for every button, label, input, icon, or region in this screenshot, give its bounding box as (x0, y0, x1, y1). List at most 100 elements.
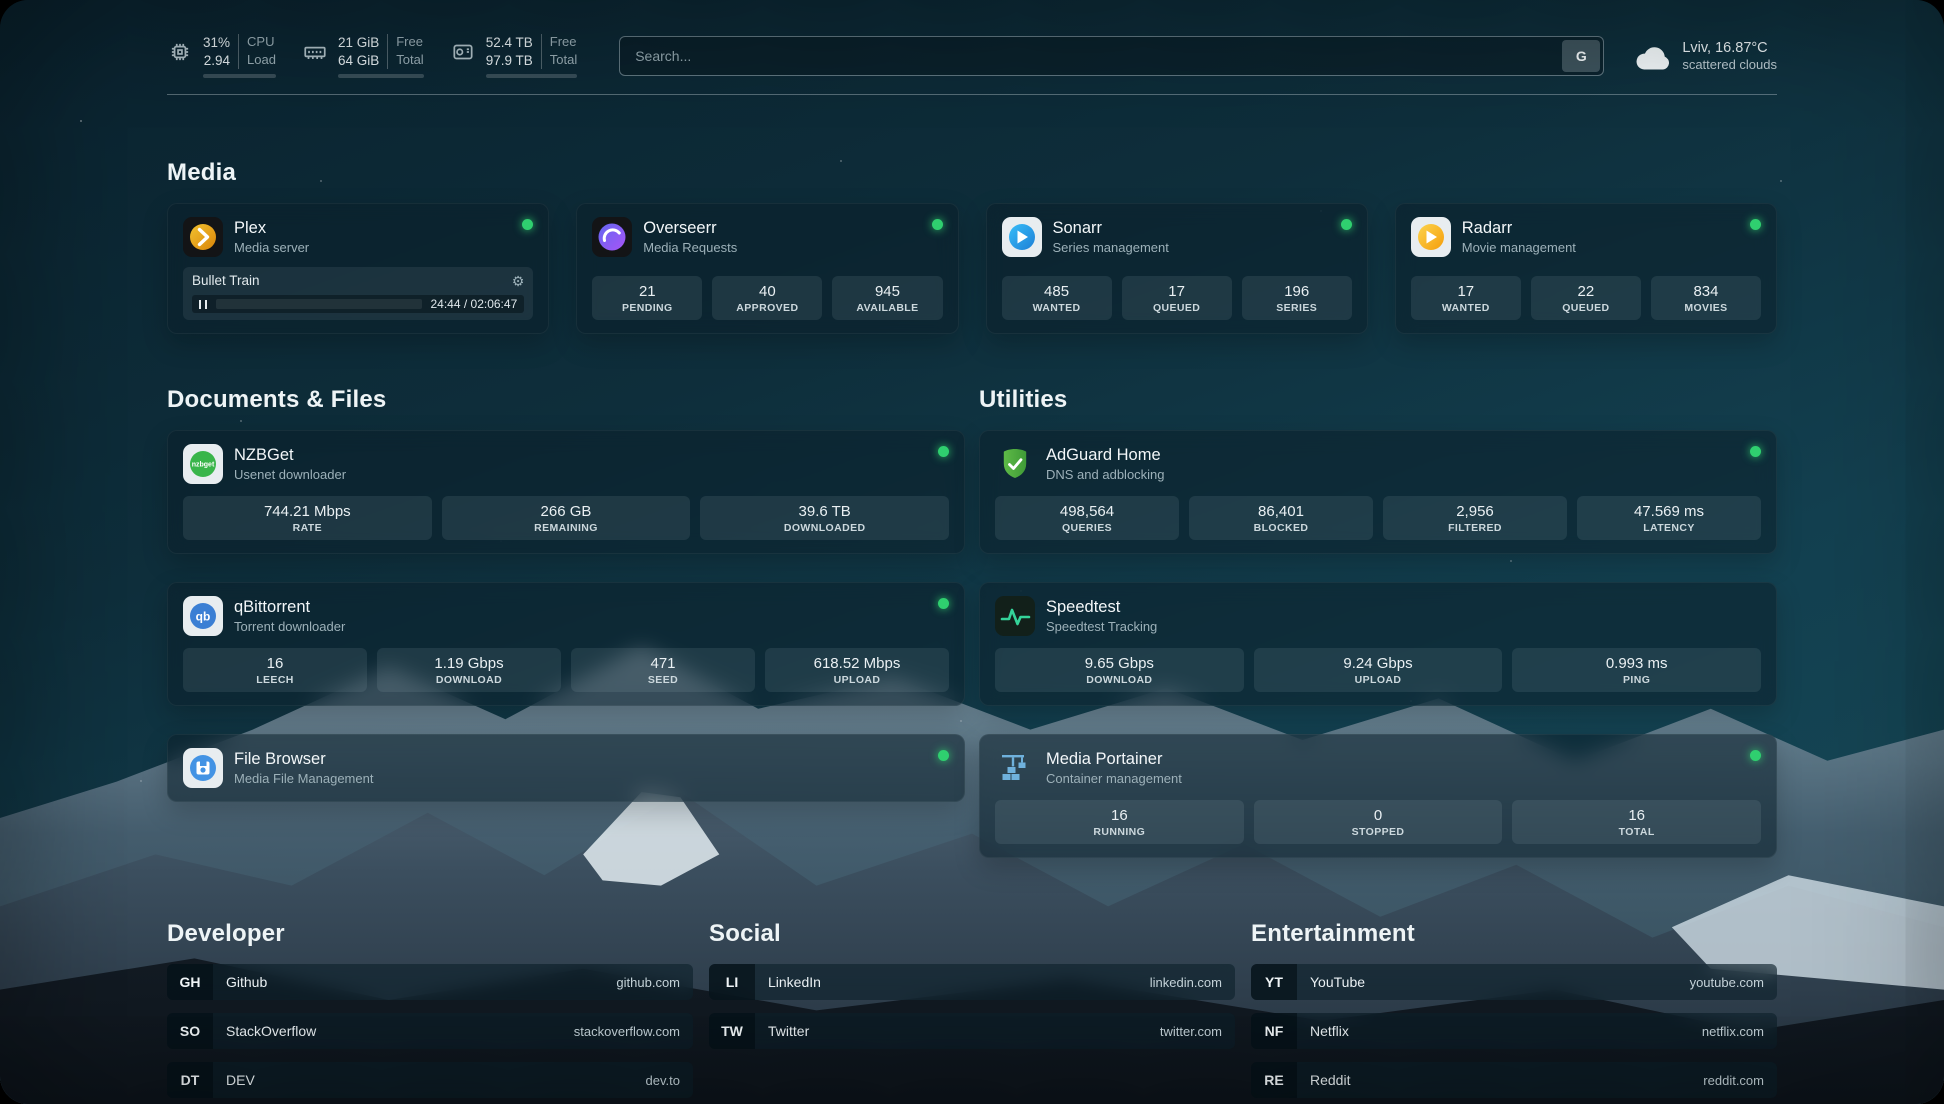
service-name: Media Portainer (1046, 750, 1182, 769)
now-playing-widget: Bullet Train ⚙ 24:44 / 02:06:47 (183, 267, 533, 320)
cpu-meter: 31% CPU 2.94 Load (167, 34, 276, 78)
service-card-adguard[interactable]: AdGuard Home DNS and adblocking 498,564 … (979, 430, 1777, 554)
service-desc: Usenet downloader (234, 467, 346, 482)
stat-rate: 744.21 Mbps RATE (183, 496, 432, 540)
cpu-usage-bar (203, 74, 276, 78)
weather-condition: scattered clouds (1682, 57, 1777, 72)
disk-meter: 52.4 TB Free 97.9 TB Total (450, 34, 578, 78)
search-input[interactable] (623, 48, 1562, 64)
nzbget-icon: nzbget (183, 444, 223, 484)
stat-download: 9.65 Gbps DOWNLOAD (995, 648, 1244, 692)
memory-meter: 21 GiB Free 64 GiB Total (302, 34, 424, 78)
section-title-media: Media (167, 159, 1777, 187)
service-card-radarr[interactable]: Radarr Movie management 17 WANTED 22 QUE… (1395, 203, 1777, 334)
service-name: File Browser (234, 750, 373, 769)
stat-blocked: 86,401 BLOCKED (1189, 496, 1373, 540)
stat-wanted: 485 WANTED (1002, 276, 1112, 320)
stat-latency: 47.569 ms LATENCY (1577, 496, 1761, 540)
bookmark-netflix[interactable]: NF Netflix netflix.com (1251, 1013, 1777, 1049)
stat-total: 16 TOTAL (1512, 800, 1761, 844)
stat-available: 945 AVAILABLE (832, 276, 942, 320)
service-desc: Container management (1046, 771, 1182, 786)
memory-usage-bar (338, 74, 424, 78)
filebrowser-icon (183, 748, 223, 788)
stat-download: 1.19 Gbps DOWNLOAD (377, 648, 561, 692)
cloud-icon (1634, 41, 1672, 71)
bookmark-youtube[interactable]: YT YouTube youtube.com (1251, 964, 1777, 1000)
stat-queued: 17 QUEUED (1122, 276, 1232, 320)
section-utilities: Utilities AdGuard (979, 386, 1777, 858)
bookmark-github[interactable]: GH Github github.com (167, 964, 693, 1000)
service-card-plex[interactable]: Plex Media server Bullet Train ⚙ (167, 203, 549, 334)
gear-icon[interactable]: ⚙ (512, 274, 525, 288)
top-bar: 31% CPU 2.94 Load 21 GiB Free 64 GiB Tot… (167, 0, 1777, 78)
memory-total-value: 64 GiB (338, 52, 387, 70)
service-card-overseerr[interactable]: Overseerr Media Requests 21 PENDING 40 A… (576, 203, 958, 334)
service-card-sonarr[interactable]: Sonarr Series management 485 WANTED 17 Q… (986, 203, 1368, 334)
stat-running: 16 RUNNING (995, 800, 1244, 844)
now-playing-title: Bullet Train (192, 273, 260, 288)
cpu-load-value: 2.94 (203, 52, 238, 70)
service-card-qbittorrent[interactable]: qb qBittorrent Torrent downloader 16 LEE… (167, 582, 965, 706)
status-dot (1341, 219, 1352, 230)
stat-queries: 498,564 QUERIES (995, 496, 1179, 540)
sonarr-icon (1002, 217, 1042, 257)
portainer-icon (995, 748, 1035, 788)
bookmark-abbr: SO (167, 1013, 213, 1049)
google-search-button[interactable]: G (1562, 40, 1600, 72)
bookmark-twitter[interactable]: TW Twitter twitter.com (709, 1013, 1235, 1049)
service-name: Sonarr (1053, 219, 1169, 238)
cpu-load-label: Load (238, 52, 276, 70)
service-desc: Movie management (1462, 240, 1576, 255)
svg-text:nzbget: nzbget (192, 462, 215, 469)
section-documents: Documents & Files nzbget NZBGet Usenet d (167, 386, 965, 802)
section-title-entertainment: Entertainment (1251, 920, 1777, 948)
memory-free-label: Free (387, 34, 423, 52)
dashboard-screen: 31% CPU 2.94 Load 21 GiB Free 64 GiB Tot… (0, 0, 1944, 1104)
bookmark-stackoverflow[interactable]: SO StackOverflow stackoverflow.com (167, 1013, 693, 1049)
speedtest-icon (995, 596, 1035, 636)
svg-text:qb: qb (196, 610, 211, 624)
stat-approved: 40 APPROVED (712, 276, 822, 320)
cpu-label: CPU (238, 34, 276, 52)
service-card-speedtest[interactable]: Speedtest Speedtest Tracking 9.65 Gbps D… (979, 582, 1777, 706)
stat-upload: 618.52 Mbps UPLOAD (765, 648, 949, 692)
disk-free-value: 52.4 TB (486, 34, 541, 52)
service-desc: Media Requests (643, 240, 737, 255)
bookmark-abbr: YT (1251, 964, 1297, 1000)
stat-leech: 16 LEECH (183, 648, 367, 692)
bookmark-abbr: DT (167, 1062, 213, 1098)
disk-usage-bar (486, 74, 578, 78)
adguard-icon (995, 444, 1035, 484)
memory-total-label: Total (387, 52, 423, 70)
service-desc: Torrent downloader (234, 619, 345, 634)
cpu-icon (167, 39, 193, 65)
playback-bar: 24:44 / 02:06:47 (192, 295, 524, 313)
disk-total-value: 97.9 TB (486, 52, 541, 70)
section-title-social: Social (709, 920, 1235, 948)
overseerr-icon (592, 217, 632, 257)
section-developer: Developer GH Github github.com SO StackO… (167, 920, 693, 1098)
bookmark-abbr: LI (709, 964, 755, 1000)
section-social: Social LI LinkedIn linkedin.com TW Twitt… (709, 920, 1235, 1049)
service-card-nzbget[interactable]: nzbget NZBGet Usenet downloader 744.21 M… (167, 430, 965, 554)
playback-progress[interactable] (216, 299, 422, 309)
disk-free-label: Free (541, 34, 577, 52)
memory-icon (302, 39, 328, 65)
stat-movies: 834 MOVIES (1651, 276, 1761, 320)
plex-icon (183, 217, 223, 257)
weather-location: Lviv, 16.87°C (1682, 40, 1777, 56)
bookmark-reddit[interactable]: RE Reddit reddit.com (1251, 1062, 1777, 1098)
service-name: NZBGet (234, 446, 346, 465)
memory-free-value: 21 GiB (338, 34, 387, 52)
bookmark-dev[interactable]: DT DEV dev.to (167, 1062, 693, 1098)
bookmark-abbr: RE (1251, 1062, 1297, 1098)
service-card-filebrowser[interactable]: File Browser Media File Management (167, 734, 965, 802)
bookmark-linkedin[interactable]: LI LinkedIn linkedin.com (709, 964, 1235, 1000)
service-name: qBittorrent (234, 598, 345, 617)
stat-series: 196 SERIES (1242, 276, 1352, 320)
stat-downloaded: 39.6 TB DOWNLOADED (700, 496, 949, 540)
pause-icon[interactable] (199, 300, 207, 309)
weather-widget: Lviv, 16.87°C scattered clouds (1634, 40, 1777, 72)
service-card-portainer[interactable]: Media Portainer Container management 16 … (979, 734, 1777, 858)
